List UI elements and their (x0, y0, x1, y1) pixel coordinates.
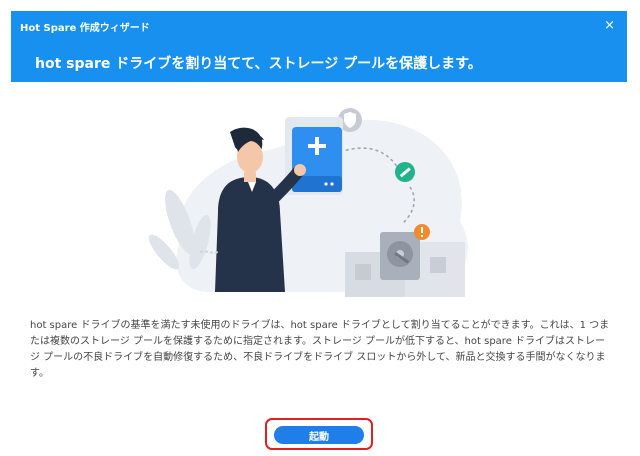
start-button[interactable]: 起動 (274, 426, 364, 444)
window-title: Hot Spare 作成ウィザード (20, 23, 150, 34)
start-button-highlight: 起動 (265, 418, 373, 450)
close-icon[interactable]: × (604, 18, 615, 33)
failed-drive-icon (380, 232, 420, 280)
description-text: hot spare ドライブの基準を満たす未使用のドライブは、hot spare… (30, 320, 610, 379)
wrench-icon (395, 162, 415, 182)
hot-spare-illustration (148, 108, 468, 297)
wizard-header: Hot Spare 作成ウィザード × hot spare ドライブを割り当てて… (11, 11, 627, 82)
wizard-subtitle: hot spare ドライブを割り当てて、ストレージ プールを保護します。 (35, 56, 482, 72)
warning-icon (414, 224, 430, 240)
add-drive-icon (292, 127, 342, 192)
